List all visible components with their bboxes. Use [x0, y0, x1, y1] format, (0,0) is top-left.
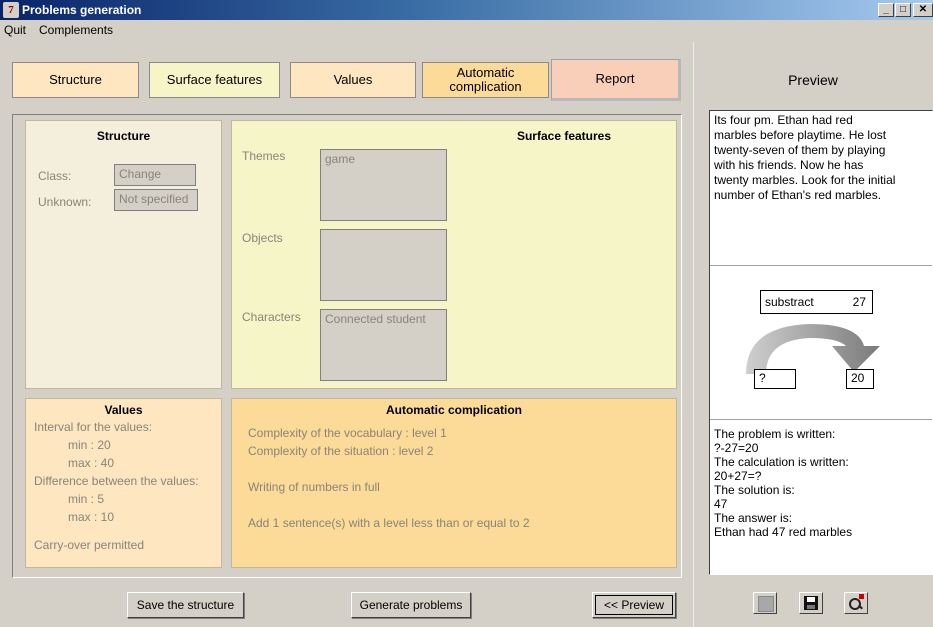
preview-divider-1 [710, 265, 932, 266]
structure-panel: Structure Class: Change Unknown: Not spe… [25, 120, 222, 389]
values-title: Values [104, 403, 143, 417]
tab-report[interactable]: Report [551, 59, 681, 101]
problem-line: number of Ethan's red marbles. [714, 188, 882, 202]
themes-field[interactable]: game [320, 149, 447, 221]
difference-min: min : 5 [68, 492, 105, 506]
objects-label: Objects [242, 231, 283, 245]
values-panel: Values Interval for the values: min : 20… [25, 398, 222, 568]
solution-line: ?-27=20 [714, 441, 759, 455]
preview-box: Its four pm. Ethan had red marbles befor… [709, 110, 933, 575]
tab-surface-features[interactable]: Surface features [149, 62, 280, 98]
problem-line: Its four pm. Ethan had red [714, 113, 853, 127]
surface-features-panel: Surface features Themes game Objects Cha… [231, 120, 677, 389]
zoom-icon[interactable] [844, 592, 868, 614]
problem-line: with his friends. Now he has [714, 158, 864, 172]
transformation-arrow [746, 324, 880, 374]
solution-line: The solution is: [714, 483, 795, 497]
structure-title: Structure [96, 129, 151, 143]
operation-box: substract 27 [760, 290, 873, 314]
solution-line: 20+27=? [714, 469, 762, 483]
situation-complexity: Complexity of the situation : level 2 [248, 444, 434, 458]
tab-structure[interactable]: Structure [12, 62, 139, 98]
numbers-in-full: Writing of numbers in full [248, 480, 380, 494]
preview-toggle-button[interactable]: << Preview [592, 592, 676, 618]
characters-field[interactable]: Connected student [320, 309, 447, 381]
characters-label: Characters [242, 310, 301, 324]
operation-operand: 27 [852, 295, 866, 309]
surface-features-title: Surface features [516, 129, 612, 143]
interval-max: max : 40 [68, 456, 115, 470]
calculator-icon[interactable] [753, 592, 777, 614]
menu-complements[interactable]: Complements [39, 23, 113, 37]
tab-auto-line2: complication [449, 79, 522, 94]
interval-label: Interval for the values: [34, 420, 153, 434]
themes-label: Themes [242, 149, 286, 163]
end-value-box: 20 [846, 369, 874, 389]
interval-min: min : 20 [68, 438, 111, 452]
problem-line: marbles before playtime. He lost [714, 128, 887, 142]
automatic-complication-panel: Automatic complication Complexity of the… [231, 398, 677, 568]
add-sentences: Add 1 sentence(s) with a level less than… [248, 516, 530, 530]
start-value-box: ? [754, 369, 796, 389]
preview-title: Preview [788, 72, 838, 88]
preview-divider-2 [710, 419, 932, 420]
tab-automatic-complication[interactable]: Automatic complication [422, 62, 549, 98]
difference-max: max : 10 [68, 510, 115, 524]
solution-line: The answer is: [714, 511, 793, 525]
difference-label: Difference between the values: [34, 474, 199, 488]
close-button[interactable]: ✕ [913, 3, 933, 17]
arrow-shape [746, 324, 880, 374]
solution-line: Ethan had 47 red marbles [714, 525, 853, 539]
class-label: Class: [38, 169, 72, 183]
automatic-complication-title: Automatic complication [385, 403, 522, 417]
tab-values[interactable]: Values [290, 62, 416, 98]
solution-line: The calculation is written: [714, 455, 849, 469]
problem-line: twenty marbles. Look for the initial [714, 173, 896, 187]
solution-text: The problem is written: ?-27=20 The calc… [714, 427, 852, 539]
menu-quit[interactable]: Quit [4, 23, 26, 37]
solution-line: The problem is written: [714, 427, 836, 441]
save-structure-button[interactable]: Save the structure [127, 592, 244, 618]
minimize-button[interactable]: _ [878, 3, 894, 17]
problem-line: twenty-seven of them by playing [714, 143, 886, 157]
carry-over-text: Carry-over permitted [34, 538, 145, 552]
tab-auto-line1: Automatic [456, 64, 515, 80]
window-title: Problems generation [22, 3, 142, 17]
menu-bar: Quit Complements [0, 20, 933, 40]
solution-line: 47 [714, 497, 728, 511]
operation-label: substract [765, 295, 814, 309]
generate-problems-button[interactable]: Generate problems [351, 592, 471, 618]
maximize-button[interactable]: □ [895, 3, 911, 17]
app-icon: 7 [3, 2, 19, 18]
problem-text: Its four pm. Ethan had red marbles befor… [714, 113, 895, 203]
class-field[interactable]: Change [114, 164, 196, 186]
objects-field[interactable] [320, 229, 447, 301]
unknown-label: Unknown: [38, 195, 92, 209]
vocabulary-complexity: Complexity of the vocabulary : level 1 [248, 426, 447, 440]
save-icon[interactable] [799, 592, 823, 614]
unknown-field[interactable]: Not specified [114, 189, 198, 211]
